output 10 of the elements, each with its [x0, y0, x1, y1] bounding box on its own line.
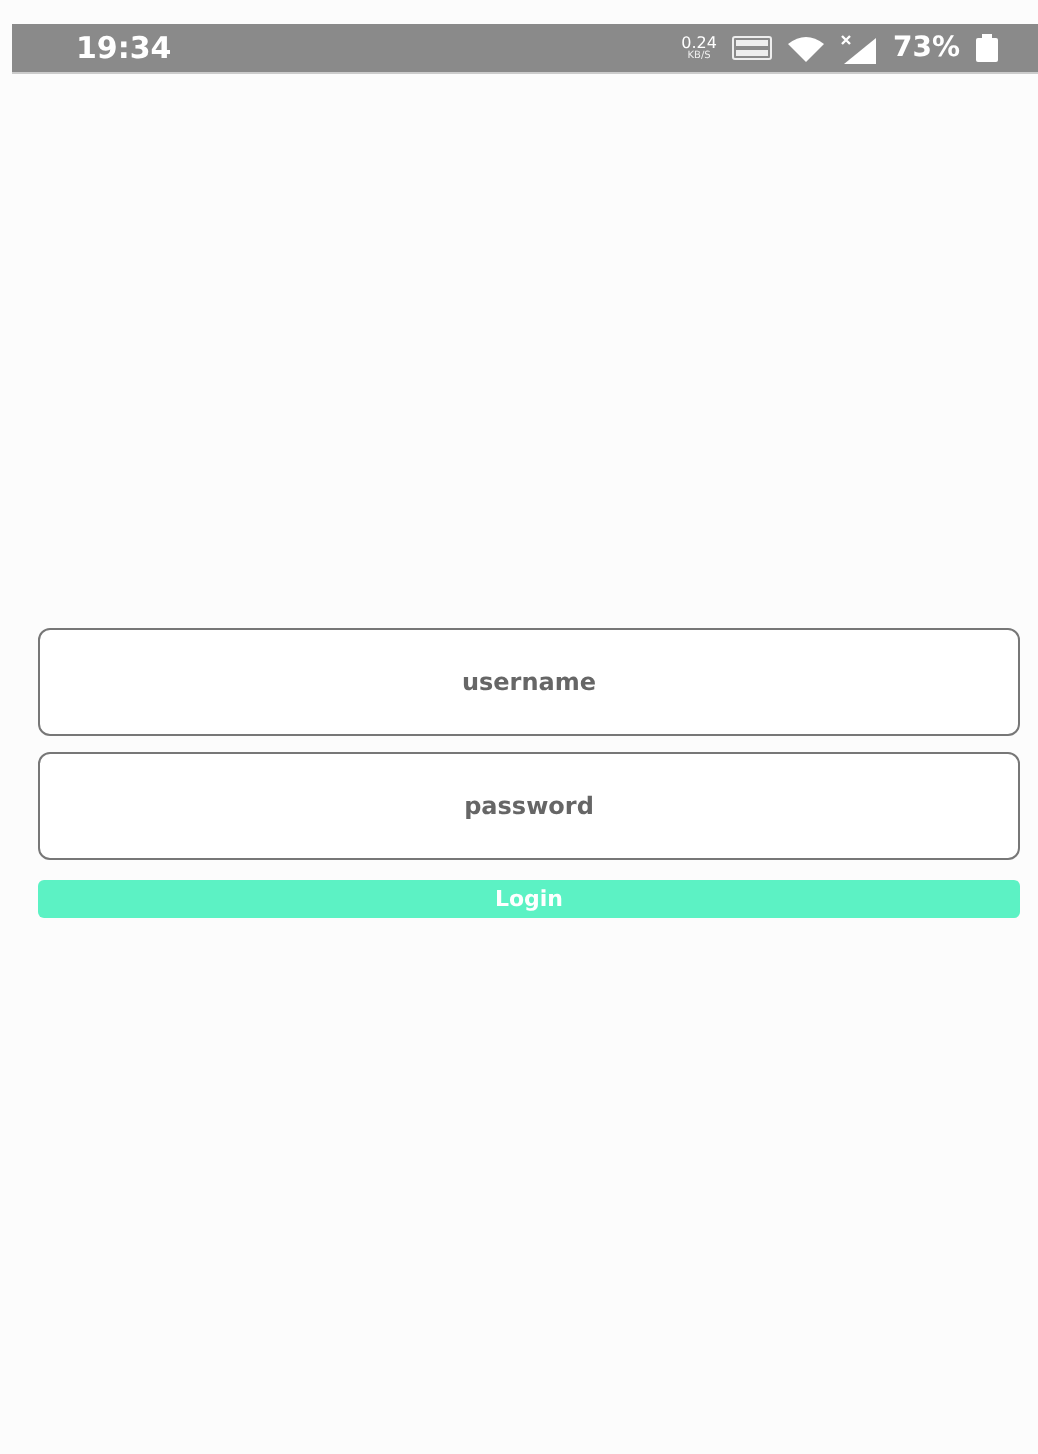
battery-percent: 73% — [892, 32, 960, 64]
signal-icon — [840, 33, 877, 63]
battery-icon — [976, 34, 998, 62]
wifi-icon — [788, 35, 825, 61]
wifi-calling-badge-icon — [732, 36, 773, 60]
password-field[interactable]: password — [38, 752, 1020, 860]
clock-time: 19:34 — [76, 30, 172, 66]
username-field[interactable]: username — [38, 628, 1020, 736]
network-speed: 0.24 — [681, 35, 717, 51]
login-button[interactable]: Login — [38, 880, 1020, 918]
